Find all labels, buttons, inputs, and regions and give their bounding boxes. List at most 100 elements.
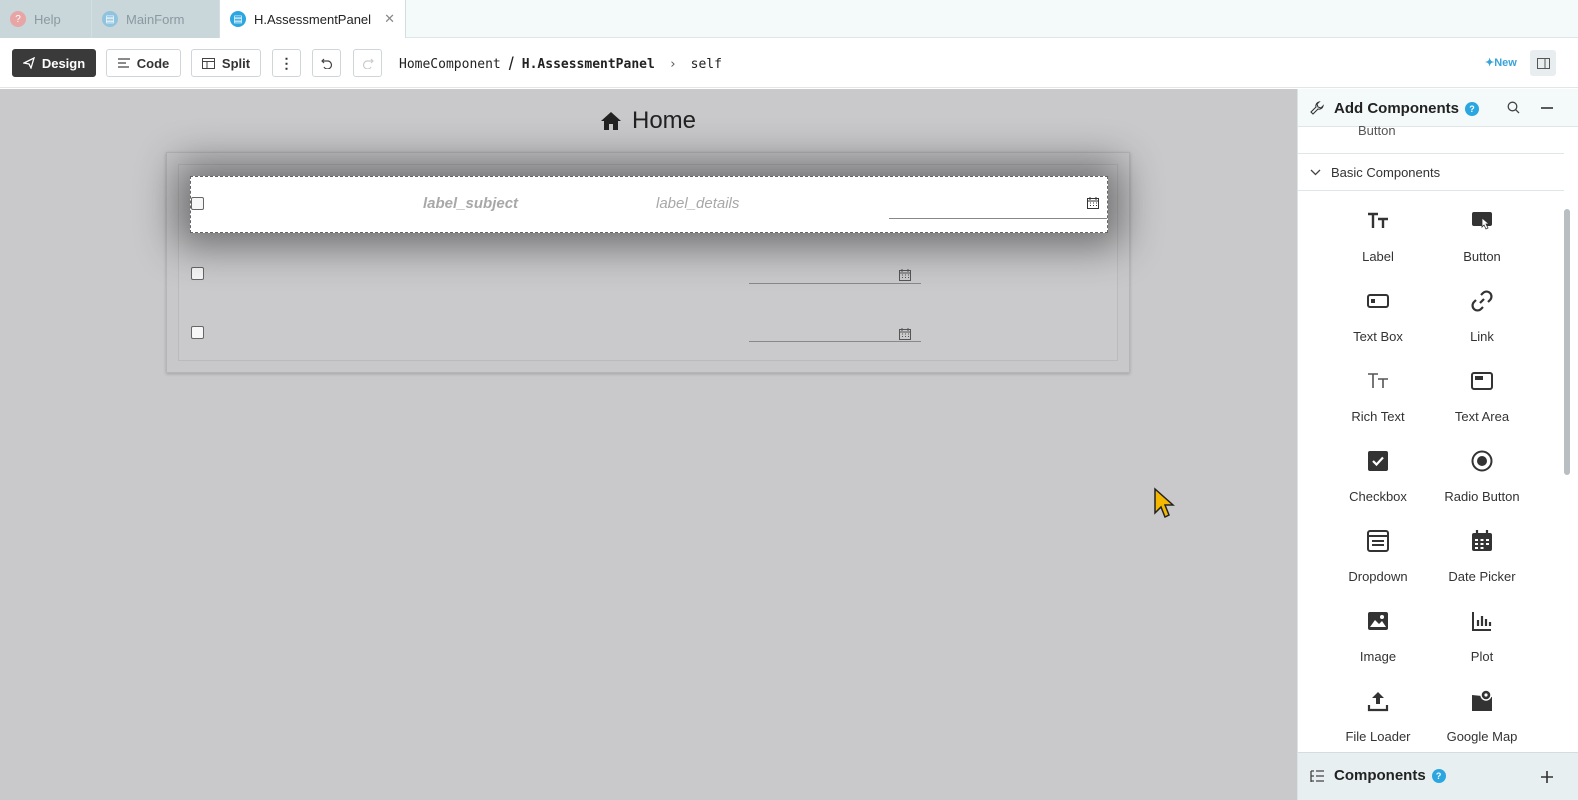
row-checkbox[interactable]	[191, 197, 204, 210]
new-label: New	[1494, 57, 1517, 69]
selected-row-template[interactable]: label_subject label_details	[190, 176, 1108, 233]
calendar-icon[interactable]	[899, 328, 911, 340]
basic-components-section[interactable]: Basic Components	[1298, 153, 1564, 191]
image-icon	[1368, 612, 1388, 630]
component-checkbox[interactable]: Checkbox	[1318, 441, 1438, 511]
date-picker-field[interactable]	[889, 195, 1107, 219]
component-name: File Loader	[1345, 729, 1411, 744]
chevron-right-icon: ›	[668, 57, 677, 72]
component-text-area[interactable]: Text Area	[1422, 361, 1542, 431]
component-text-box[interactable]: Text Box	[1318, 281, 1438, 351]
minimize-icon[interactable]	[1541, 107, 1553, 109]
radio-button-icon	[1471, 450, 1493, 472]
row-checkbox[interactable]	[191, 326, 204, 339]
tab-mainform[interactable]: ▤ MainForm	[92, 0, 220, 38]
component-name: Button	[1463, 249, 1501, 264]
rich-text-icon	[1368, 373, 1388, 388]
add-components-panel: Add Components? Button Basic Components …	[1297, 89, 1578, 800]
document-icon: ▤	[230, 11, 246, 27]
toggle-panel-button[interactable]	[1530, 50, 1556, 76]
tab-bar: ? Help ▤ MainForm ▤ H.AssessmentPanel ✕	[0, 0, 1578, 38]
component-dropdown[interactable]: Dropdown	[1318, 521, 1438, 591]
components-panel-header[interactable]: Components?	[1298, 752, 1578, 800]
code-button[interactable]: Code	[106, 49, 181, 77]
component-button[interactable]: Button	[1422, 201, 1542, 271]
split-button[interactable]: Split	[191, 49, 261, 77]
component-name: Label	[1362, 249, 1394, 264]
more-options-button[interactable]: ⋮	[272, 49, 301, 77]
help-icon: ?	[10, 11, 26, 27]
component-name: Checkbox	[1349, 489, 1407, 504]
component-name: Plot	[1470, 649, 1494, 664]
split-view-icon	[201, 57, 215, 69]
row-checkbox[interactable]	[191, 267, 204, 280]
panel-scrollbar[interactable]	[1564, 209, 1570, 475]
plus-icon[interactable]	[1541, 771, 1553, 783]
dropdown-icon	[1367, 530, 1389, 552]
close-icon[interactable]: ✕	[384, 11, 395, 27]
calendar-icon[interactable]	[899, 269, 911, 281]
component-label[interactable]: Label	[1318, 201, 1438, 271]
component-file-loader[interactable]: File Loader	[1318, 681, 1438, 751]
tab-help[interactable]: ? Help	[0, 0, 92, 38]
label-subject[interactable]: label_subject	[423, 195, 518, 212]
undo-button[interactable]	[312, 49, 341, 77]
text-area-icon	[1471, 372, 1493, 390]
component-name: Link	[1470, 329, 1494, 344]
help-icon[interactable]: ?	[1465, 102, 1479, 117]
panel-title-text: Add Components	[1334, 100, 1459, 117]
button-pointer-icon	[1472, 212, 1492, 230]
component-name: Date Picker	[1448, 569, 1516, 584]
send-icon	[22, 57, 35, 69]
date-picker-field[interactable]	[749, 260, 921, 284]
page-title-text: Home	[632, 107, 697, 134]
component-name: Radio Button	[1444, 489, 1520, 504]
redo-button[interactable]	[353, 49, 382, 77]
more-vertical-icon: ⋮	[279, 55, 294, 71]
section-title: Basic Components	[1331, 164, 1441, 180]
component-rich-text[interactable]: Rich Text	[1318, 361, 1438, 431]
component-radio-button[interactable]: Radio Button	[1422, 441, 1542, 511]
search-icon[interactable]	[1507, 101, 1520, 114]
new-button[interactable]: ✦New	[1485, 56, 1517, 69]
bar-chart-icon	[1472, 612, 1492, 631]
tab-label: H.AssessmentPanel	[254, 11, 372, 27]
page-title: Home	[600, 107, 696, 135]
label-tt-icon	[1368, 212, 1388, 228]
code-lines-icon	[117, 58, 130, 68]
component-name: Dropdown	[1348, 569, 1408, 584]
component-name: Rich Text	[1351, 409, 1405, 424]
mouse-cursor-icon	[1154, 487, 1175, 519]
component-link[interactable]: Link	[1422, 281, 1542, 351]
breadcrumb-self[interactable]: self	[691, 57, 722, 72]
date-picker-field[interactable]	[749, 318, 921, 342]
component-image[interactable]: Image	[1318, 601, 1438, 671]
panel-layout-icon	[1536, 57, 1550, 69]
component-name: Text Area	[1454, 409, 1510, 424]
code-label: Code	[136, 55, 170, 71]
tree-list-icon	[1310, 770, 1324, 782]
calendar-icon[interactable]	[1087, 197, 1099, 209]
help-icon[interactable]: ?	[1431, 769, 1446, 784]
component-name: Text Box	[1353, 329, 1403, 344]
wrench-icon	[1310, 101, 1324, 115]
component-google-map[interactable]: Google Map	[1422, 681, 1542, 751]
chevron-down-icon	[1310, 169, 1321, 175]
link-icon	[1471, 290, 1493, 312]
component-date-picker[interactable]: Date Picker	[1422, 521, 1542, 591]
tab-assessment-panel[interactable]: ▤ H.AssessmentPanel ✕	[220, 0, 406, 38]
panel-title: Add Components?	[1334, 100, 1479, 117]
design-canvas[interactable]: Home label_subject label_details	[0, 89, 1297, 800]
breadcrumb: HomeComponent / H.AssessmentPanel › self	[399, 54, 722, 75]
upload-icon	[1367, 692, 1389, 712]
breadcrumb-separator: /	[508, 54, 514, 74]
redo-icon	[362, 58, 374, 69]
label-details[interactable]: label_details	[656, 195, 739, 212]
breadcrumb-assessment-panel[interactable]: H.AssessmentPanel	[522, 57, 655, 72]
undo-icon	[320, 58, 332, 69]
breadcrumb-home-component[interactable]: HomeComponent	[399, 57, 501, 72]
design-button[interactable]: Design	[12, 49, 96, 77]
calendar-icon	[1472, 530, 1492, 551]
tab-label: MainForm	[126, 11, 185, 27]
component-plot[interactable]: Plot	[1422, 601, 1542, 671]
